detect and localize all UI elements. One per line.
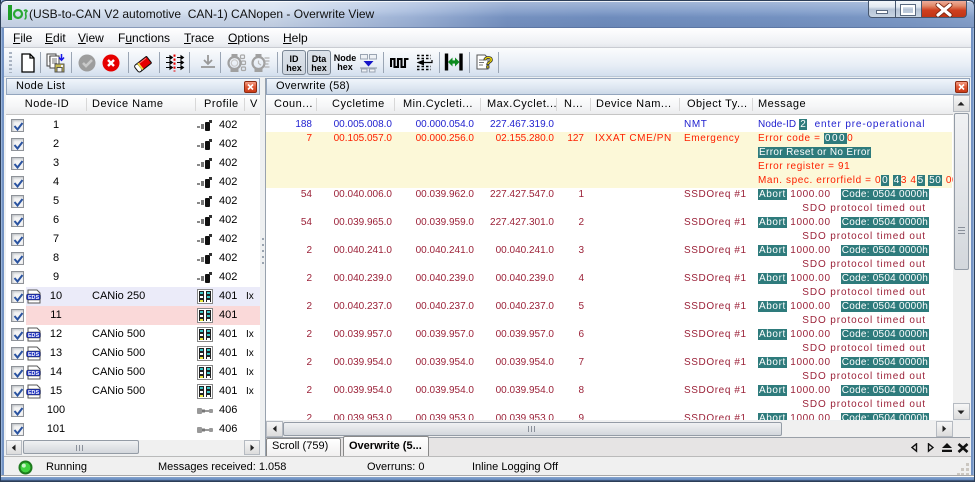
svg-text:EDS: EDS <box>28 390 39 396</box>
svg-text:EDS: EDS <box>28 352 39 358</box>
svg-text:EDS: EDS <box>28 295 39 301</box>
svg-text:?: ? <box>483 53 493 72</box>
svg-text:EDS: EDS <box>28 333 39 339</box>
svg-text:EDS: EDS <box>28 371 39 377</box>
